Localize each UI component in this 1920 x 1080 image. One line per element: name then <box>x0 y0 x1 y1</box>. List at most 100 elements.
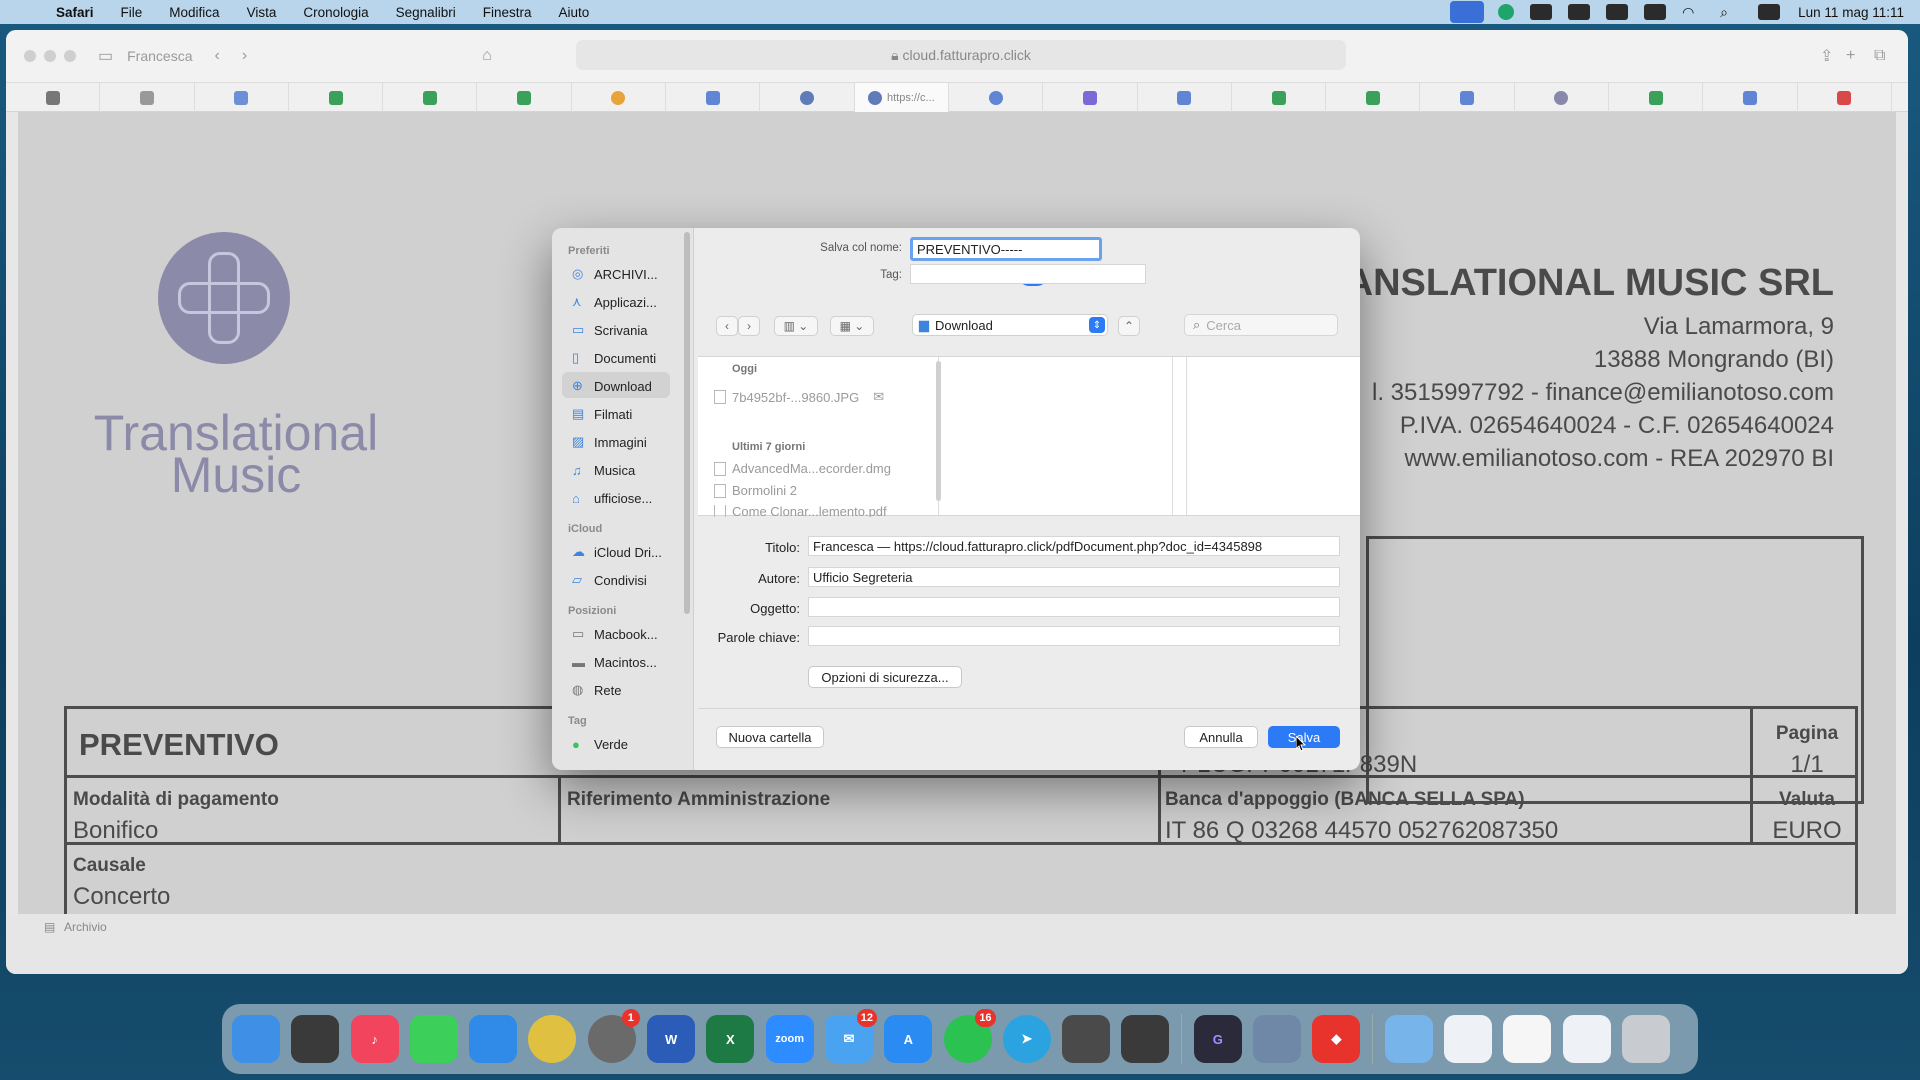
sidebar-item-immagini[interactable]: ▨ Immagini <box>552 428 693 456</box>
trash-icon[interactable] <box>1621 1015 1670 1063</box>
share-icon[interactable]: ⇪ <box>1820 46 1833 66</box>
system-settings-icon[interactable]: 1 <box>587 1009 640 1063</box>
tab-overview-icon[interactable]: ⧉ <box>1874 47 1885 65</box>
tab-calendar[interactable] <box>195 83 289 112</box>
whatsapp-icon[interactable]: 16 <box>943 1009 996 1063</box>
printer-icon[interactable] <box>1062 1015 1111 1063</box>
sidebar-item-macbook[interactable]: ▭ Macbook... <box>552 620 693 648</box>
anydesk-icon[interactable]: ◆ <box>1312 1015 1361 1063</box>
tab-sheets-6[interactable] <box>1609 83 1704 112</box>
back-nav-button[interactable]: ‹ <box>716 316 738 336</box>
g-app-icon[interactable]: G <box>1193 1015 1242 1063</box>
chrome-icon[interactable] <box>528 1015 577 1063</box>
tab-docs[interactable] <box>666 83 761 112</box>
back-arrow-icon[interactable]: ‹ <box>214 47 219 65</box>
menu-finestra[interactable]: Finestra <box>483 5 532 20</box>
filename-input[interactable]: PREVENTIVO----- <box>910 237 1102 261</box>
tab-sheets-5[interactable] <box>1326 83 1421 112</box>
tag-input[interactable] <box>910 264 1146 284</box>
tab-sheets-2[interactable] <box>383 83 478 112</box>
autore-input[interactable]: Ufficio Segreteria <box>808 567 1340 587</box>
sidebar-item-condivisi[interactable]: ▱ Condivisi <box>552 566 693 594</box>
sidebar-item-scrivania[interactable]: ▭ Scrivania <box>552 316 693 344</box>
oggetto-input[interactable] <box>808 597 1340 617</box>
menu-segnalibri[interactable]: Segnalibri <box>396 5 456 20</box>
sidebar-toggle-icon[interactable]: ▭ <box>98 46 113 66</box>
file-item[interactable]: 7b4952bf-...9860.JPG ✉ <box>714 389 884 405</box>
tab-circle[interactable] <box>1515 83 1610 112</box>
wifi-icon[interactable]: ◠ <box>1682 4 1704 20</box>
tab-facebook[interactable] <box>760 83 855 112</box>
app-store-icon[interactable]: A <box>884 1015 933 1063</box>
tab-heart[interactable] <box>1043 83 1138 112</box>
sidebar-item-download[interactable]: ⊕ Download <box>552 372 693 400</box>
tab-shazam[interactable] <box>1703 83 1798 112</box>
g-status-icon[interactable] <box>1568 4 1591 20</box>
tab-sheets-4[interactable] <box>1232 83 1327 112</box>
word-icon[interactable]: W <box>647 1015 696 1063</box>
forward-nav-button[interactable]: › <box>738 316 760 336</box>
tab-s[interactable] <box>100 83 195 112</box>
titolo-input[interactable]: Francesca — https://cloud.fatturapro.cli… <box>808 536 1340 556</box>
collapse-button[interactable]: ⌃ <box>1118 316 1140 336</box>
tab-docs-2[interactable] <box>1420 83 1515 112</box>
mail-icon[interactable]: ✉ 12 <box>824 1009 877 1063</box>
downloads-folder-icon[interactable] <box>1384 1015 1433 1063</box>
finder-icon[interactable] <box>232 1015 280 1063</box>
home-icon[interactable]: ⌂ <box>482 47 492 65</box>
tab-amazon[interactable] <box>6 83 101 112</box>
photo-booth-icon[interactable] <box>1121 1015 1170 1063</box>
sidebar-item-filmati[interactable]: ▤ Filmati <box>552 400 693 428</box>
cancel-button[interactable]: Annulla <box>1184 726 1258 748</box>
window-thumbnail-icon[interactable] <box>1562 1015 1611 1063</box>
zoom-window-button[interactable] <box>64 50 76 62</box>
sidebar-item-icloud-drive[interactable]: ☁ iCloud Dri... <box>552 538 693 566</box>
messages-icon[interactable] <box>409 1015 458 1063</box>
file-item[interactable]: Bormolini 2 <box>714 483 797 498</box>
profile-selector[interactable]: Francesca <box>127 48 192 64</box>
telegram-icon[interactable]: ➤ <box>1002 1015 1051 1063</box>
group-view-button[interactable]: ▦ ⌄ <box>830 316 874 336</box>
tab-sheets-3[interactable] <box>477 83 572 112</box>
tab-youtube[interactable] <box>1798 83 1892 112</box>
sidebar-item-documenti[interactable]: ▯ Documenti <box>552 344 693 372</box>
location-popup[interactable]: ▆ Download ⇕ <box>912 314 1108 336</box>
safari-icon[interactable] <box>469 1015 518 1063</box>
tab-google[interactable] <box>572 83 667 112</box>
menu-cronologia[interactable]: Cronologia <box>303 5 368 20</box>
excel-icon[interactable]: X <box>706 1015 755 1063</box>
message-status-icon[interactable] <box>1530 4 1553 20</box>
sidebar-item-home[interactable]: ⌂ ufficiose... <box>552 484 693 512</box>
new-tab-icon[interactable]: + <box>1846 47 1855 65</box>
address-bar[interactable]: 🔒︎ cloud.fatturapro.click <box>576 40 1346 70</box>
menu-vista[interactable]: Vista <box>247 5 277 20</box>
close-window-button[interactable] <box>24 50 36 62</box>
sidebar-item-tag-verde[interactable]: ● Verde <box>552 730 693 758</box>
tab-c[interactable] <box>949 83 1044 112</box>
window-thumbnail-icon[interactable] <box>1503 1015 1552 1063</box>
zoom-icon[interactable]: zoom <box>765 1015 814 1063</box>
minimize-window-button[interactable] <box>44 50 56 62</box>
screen-mirror-icon[interactable] <box>1450 1 1485 23</box>
menu-app-safari[interactable]: Safari <box>56 5 94 20</box>
menu-aiuto[interactable]: Aiuto <box>558 5 589 20</box>
sidebar-item-rete[interactable]: ◍ Rete <box>552 676 693 704</box>
sidebar-item-macintosh[interactable]: ▬ Macintos... <box>552 648 693 676</box>
control-center-icon[interactable] <box>1758 4 1781 20</box>
parole-chiave-input[interactable] <box>808 626 1340 646</box>
menu-file[interactable]: File <box>121 5 143 20</box>
new-folder-button[interactable]: Nuova cartella <box>716 726 824 748</box>
tab-sheets-1[interactable] <box>289 83 384 112</box>
file-item[interactable]: Come Clonar...lemento.pdf <box>714 505 887 517</box>
music-app-icon[interactable]: ♪ <box>350 1015 399 1063</box>
menu-modifica[interactable]: Modifica <box>169 5 219 20</box>
tab-active-fatturapro[interactable]: https://c... <box>854 83 949 112</box>
battery-icon[interactable] <box>1644 4 1667 20</box>
file-item[interactable]: AdvancedMa...ecorder.dmg <box>714 461 891 476</box>
security-options-button[interactable]: Opzioni di sicurezza... <box>808 666 962 688</box>
spotlight-search-icon[interactable]: ⌕ <box>1720 4 1742 20</box>
archivio-label[interactable]: Archivio <box>64 920 107 934</box>
menu-clock[interactable]: Lun 11 mag 11:11 <box>1798 5 1904 20</box>
column-view-button[interactable]: ▥ ⌄ <box>774 316 818 336</box>
sidebar-item-musica[interactable]: ♫ Musica <box>552 456 693 484</box>
